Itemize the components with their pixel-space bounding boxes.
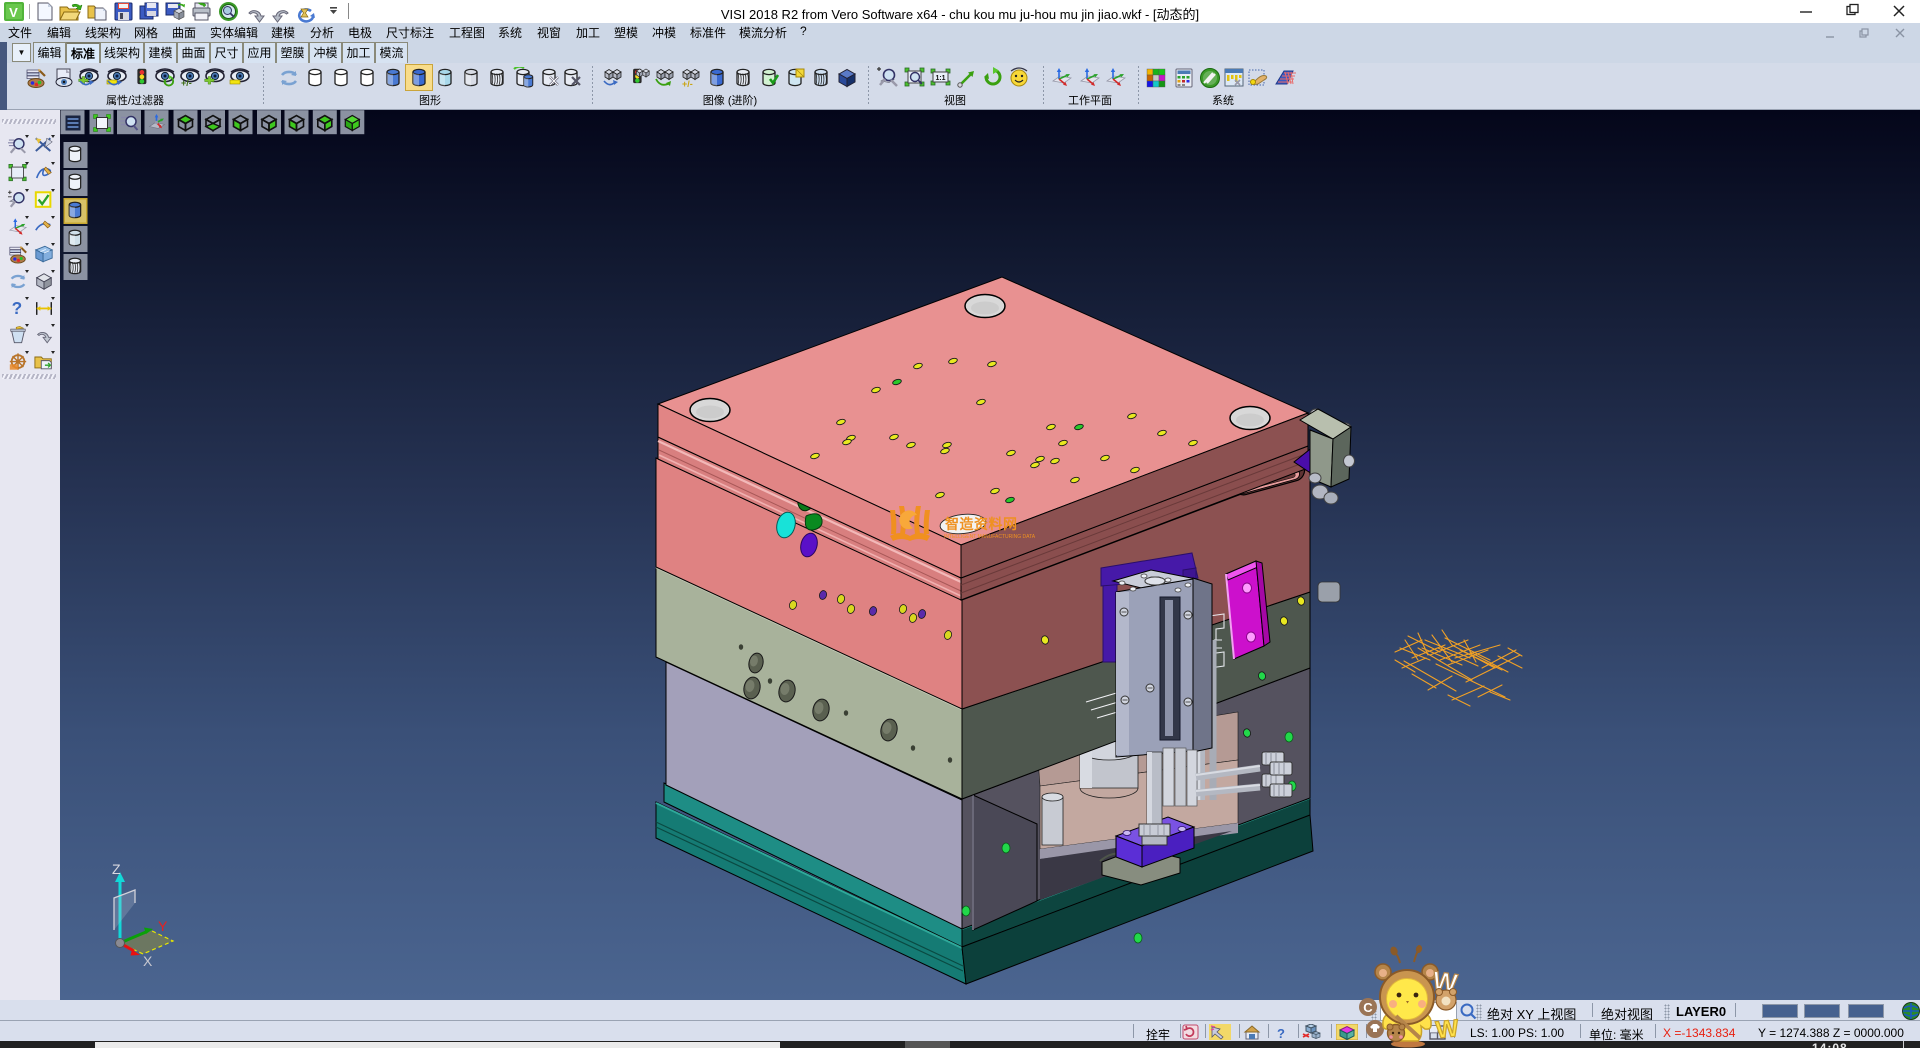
svg-text:+/-: +/- bbox=[682, 79, 693, 88]
svg-text:+/-: +/- bbox=[181, 78, 192, 88]
svg-text:?: ? bbox=[12, 298, 23, 318]
svg-text:1:1: 1:1 bbox=[935, 75, 945, 82]
